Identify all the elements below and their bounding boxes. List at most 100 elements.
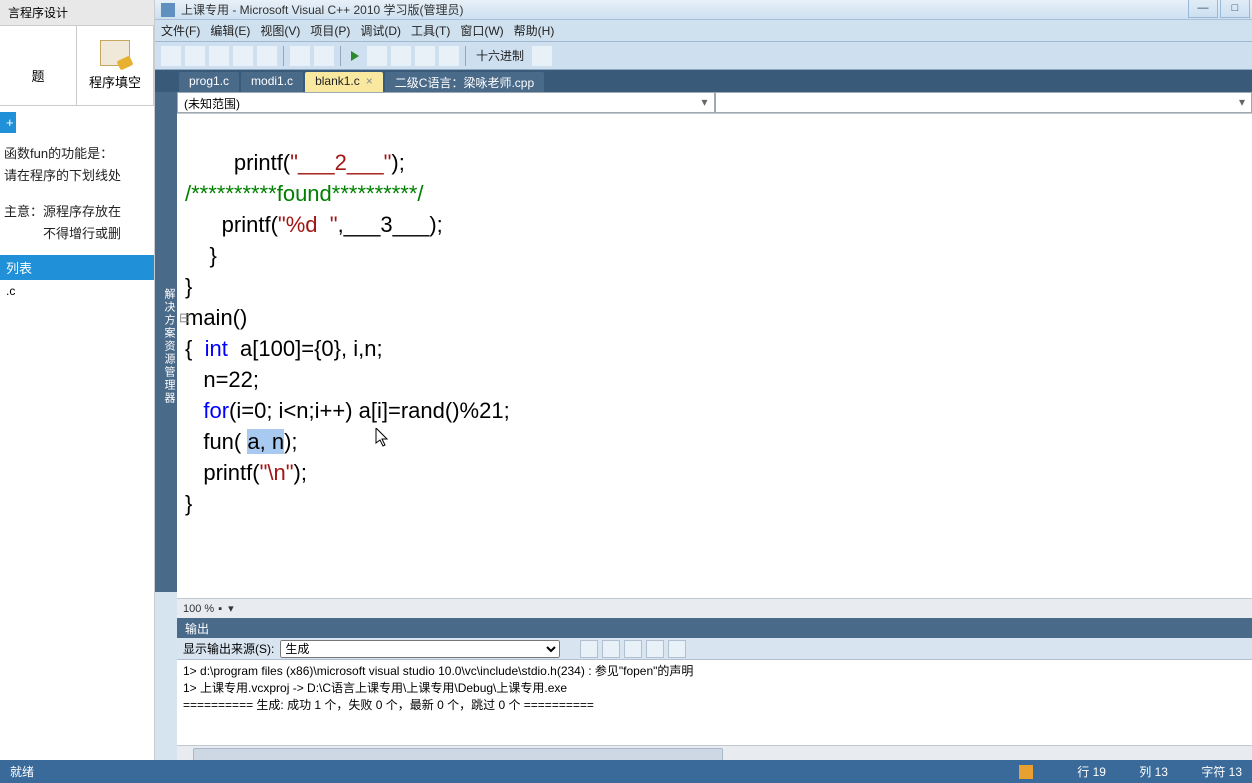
output-line: ========== 生成: 成功 1 个，失败 0 个，最新 0 个，跳过 0… [183,696,1246,713]
status-icon [1019,765,1033,779]
step-out-icon[interactable] [439,46,459,66]
separator [465,46,466,66]
menu-file[interactable]: 文件(F) [161,22,200,39]
string-literal: "%d " [278,212,338,237]
add-button[interactable]: + [0,112,16,133]
tab-label: 题 [4,66,72,85]
code: } [185,274,192,299]
problem-tabs: 题 程序填空 [0,26,154,106]
problem-tab-1[interactable]: 题 [0,26,77,105]
zoom-value: 100 % [183,603,214,615]
maximize-button[interactable]: □ [1220,0,1250,18]
status-bar: 就绪 行 19 列 13 字符 13 [0,760,1252,783]
scope-dropdown[interactable]: (未知范围) [177,92,715,113]
code: { [185,336,205,361]
ide-window: 上课专用 - Microsoft Visual C++ 2010 学习版(管理员… [155,0,1252,773]
selection: a, n [247,429,284,454]
open-icon[interactable] [185,46,205,66]
menu-window[interactable]: 窗口(W) [460,22,503,39]
code: } [185,491,192,516]
tab-prog1[interactable]: prog1.c [179,72,239,92]
side-panel: 言程序设计 题 程序填空 + 函数fun的功能是： 请在程序的下划线处 主意：源… [0,0,155,773]
next-message-icon[interactable] [624,640,642,658]
window-title: 上课专用 - Microsoft Visual C++ 2010 学习版(管理员… [181,1,464,18]
keyword: for [203,398,229,423]
hex-label[interactable]: 十六进制 [476,47,524,64]
separator [340,46,341,66]
menu-tools[interactable]: 工具(T) [411,22,450,39]
string-literal: "___2___" [290,150,391,175]
member-dropdown[interactable] [715,92,1252,113]
menu-edit[interactable]: 编辑(E) [210,22,250,39]
step-into-icon[interactable] [415,46,435,66]
fill-blank-icon [100,40,130,66]
code: fun( [185,429,247,454]
output-toolbar: 显示输出来源(S): 生成 [177,638,1252,660]
zoom-selector[interactable]: 100 %▪ [177,598,1252,618]
keyword: int [205,336,228,361]
tab-blank1[interactable]: blank1.c × [305,72,383,92]
tab-label: blank1.c [315,74,360,88]
string-literal: "\n" [260,460,294,485]
solution-explorer-tab[interactable]: 解决方案资源管理器 [155,92,177,592]
stop-icon[interactable] [367,46,387,66]
menu-bar: 文件(F) 编辑(E) 视图(V) 项目(P) 调试(D) 工具(T) 窗口(W… [155,20,1252,42]
code: ); [284,429,297,454]
code: ); [391,150,404,175]
status-char: 字符 13 [1201,765,1242,779]
comment-icon[interactable] [290,46,310,66]
output-source-label: 显示输出来源(S): [183,640,274,657]
side-panel-title: 言程序设计 [0,0,154,26]
window-title-bar: 上课专用 - Microsoft Visual C++ 2010 学习版(管理员… [155,0,1252,20]
code [185,398,203,423]
document-tabs: 解决方案资源管理器 prog1.c modi1.c blank1.c× 二级C语… [155,70,1252,92]
new-project-icon[interactable] [161,46,181,66]
minimize-button[interactable]: — [1188,0,1218,18]
menu-debug[interactable]: 调试(D) [360,22,401,39]
desc-line: 请在程序的下划线处 [4,165,150,187]
output-text[interactable]: 1> d:\program files (x86)\microsoft visu… [177,660,1252,745]
dropdown-icon[interactable] [532,46,552,66]
status-ready: 就绪 [10,763,1019,780]
comment: /**********found**********/ [185,181,424,206]
menu-view[interactable]: 视图(V) [260,22,300,39]
output-line: 1> 上课专用.vcxproj -> D:\C语言上课专用\上课专用\Debug… [183,679,1246,696]
code: n=22; [185,367,259,392]
code: printf( [185,150,290,175]
scope-bar: (未知范围) [177,92,1252,114]
find-message-icon[interactable] [580,640,598,658]
copy-icon[interactable] [233,46,253,66]
step-over-icon[interactable] [391,46,411,66]
status-line: 行 19 [1077,765,1106,779]
code: (i=0; i<n;i++) a[i]=rand()%21; [229,398,510,423]
tab-label: 程序填空 [81,72,149,91]
tab-cpp[interactable]: 二级C语言：梁咏老师.cpp [385,72,544,92]
file-list-item[interactable]: .c [0,280,154,302]
output-panel-header: 输出 [177,618,1252,638]
cut-icon[interactable] [209,46,229,66]
run-icon[interactable] [351,51,359,61]
app-icon [161,3,175,17]
output-source-select[interactable]: 生成 [280,640,560,658]
menu-help[interactable]: 帮助(H) [514,22,555,39]
code: printf( [185,460,260,485]
close-icon[interactable]: × [366,74,373,88]
uncomment-icon[interactable] [314,46,334,66]
code: printf( [185,212,278,237]
desc-line: 主意：源程序存放在 [4,201,150,223]
menu-project[interactable]: 项目(P) [310,22,350,39]
file-list-header: 列表 [0,255,154,280]
clear-icon[interactable] [646,640,664,658]
prev-message-icon[interactable] [602,640,620,658]
problem-description: 函数fun的功能是： 请在程序的下划线处 主意：源程序存放在 不得增行或删 [0,133,154,255]
paste-icon[interactable] [257,46,277,66]
toggle-wrap-icon[interactable] [668,640,686,658]
desc-line: 函数fun的功能是： [4,143,150,165]
output-line: 1> d:\program files (x86)\microsoft visu… [183,662,1246,679]
code: a[100]={0}, i,n; [228,336,383,361]
separator [283,46,284,66]
problem-tab-fill[interactable]: 程序填空 [77,26,154,105]
code-editor[interactable]: printf("___2___"); /**********found*****… [177,114,1252,598]
tab-modi1[interactable]: modi1.c [241,72,303,92]
fold-icon[interactable]: ⊟ [179,302,190,333]
